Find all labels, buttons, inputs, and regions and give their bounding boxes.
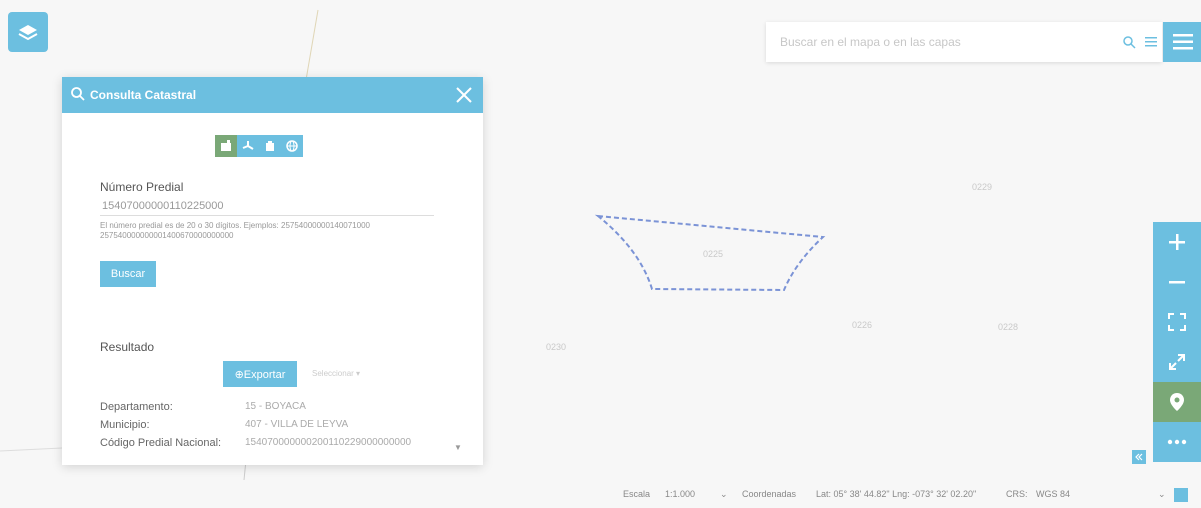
full-extent-button[interactable] [1153,302,1201,342]
panel-header: Consulta Catastral [62,77,483,113]
building-icon [266,141,274,151]
close-icon[interactable] [451,82,477,108]
result-key: Municipio: [100,419,150,431]
double-chevron-left-icon [1135,453,1143,461]
ellipsis-icon [1167,439,1187,445]
list-icon[interactable] [1140,31,1162,53]
crs-label: CRS: [1006,489,1028,499]
status-bar-button[interactable] [1174,488,1188,502]
map-search-input[interactable] [766,24,1118,60]
map-marker-icon [1170,393,1184,411]
panel-title: Consulta Catastral [90,88,197,102]
expand-arrows-icon [1168,313,1186,331]
result-value: 154070000000200110229000000000 [245,437,412,448]
tab-predial-number[interactable] [215,135,237,157]
search-icon[interactable] [1118,31,1140,53]
result-value: 407 - VILLA DE LEYVA [245,419,349,430]
layers-icon [18,25,38,41]
fullscreen-button[interactable] [1153,342,1201,382]
coordinates-label[interactable]: Coordenadas [742,489,796,499]
zoom-in-button[interactable] [1153,222,1201,262]
road-icon [242,141,254,150]
chevron-down-icon[interactable]: ⌄ [1158,489,1166,500]
map-tools [1153,222,1201,462]
result-key: Departamento: [100,401,173,413]
collapse-tools-button[interactable] [1132,450,1146,464]
map-parcel-label: 0226 [852,320,873,330]
road-line [0,447,63,452]
road-line [305,9,319,81]
export-format-select[interactable]: Seleccionar ▾ [312,369,360,378]
scale-value[interactable]: 1:1.000 [665,489,695,499]
result-label: Resultado [100,340,155,354]
scale-label: Escala [623,489,651,499]
scroll-down-icon[interactable]: ▼ [454,443,462,452]
fullscreen-icon [1169,354,1185,370]
coordinates-readout: Lat: 05° 38' 44.82" Lng: -073° 32' 02.20… [816,489,977,499]
search-icon [71,87,85,101]
map-parcel-label: 0228 [998,322,1019,332]
location-button[interactable] [1153,382,1201,422]
query-mode-tabs [215,135,303,157]
map-parcel-label: 0229 [972,182,993,192]
map-search-box [766,22,1162,62]
minus-icon [1169,281,1185,284]
crs-value: WGS 84 [1036,489,1071,499]
tab-address[interactable] [237,135,259,157]
main-menu-button[interactable] [1163,22,1201,62]
map-parcel-label: 0230 [546,342,567,352]
hamburger-icon [1173,34,1193,50]
export-button[interactable]: ⊕Exportar [223,361,297,387]
plus-icon [1169,234,1185,250]
tab-coordinates[interactable] [281,135,303,157]
more-tools-button[interactable] [1153,422,1201,462]
parcel-icon [221,140,231,151]
tab-registration[interactable] [259,135,281,157]
search-button[interactable]: Buscar [100,261,156,287]
predial-help-text: El número predial es de 20 o 30 dígitos.… [100,221,370,240]
predial-number-input[interactable] [100,197,434,216]
result-value: 15 - BOYACA [245,401,306,412]
predial-number-label: Número Predial [100,180,184,194]
cadastral-query-panel: Consulta Catastral Número Predial El núm… [62,77,483,465]
coordinates-toggle-chevron-icon[interactable]: ⌄ [720,489,728,500]
globe-icon [286,140,298,152]
result-key: Código Predial Nacional: [100,437,222,449]
zoom-out-button[interactable] [1153,262,1201,302]
map-parcel-label: 0225 [703,249,724,259]
layers-button[interactable] [8,12,48,52]
